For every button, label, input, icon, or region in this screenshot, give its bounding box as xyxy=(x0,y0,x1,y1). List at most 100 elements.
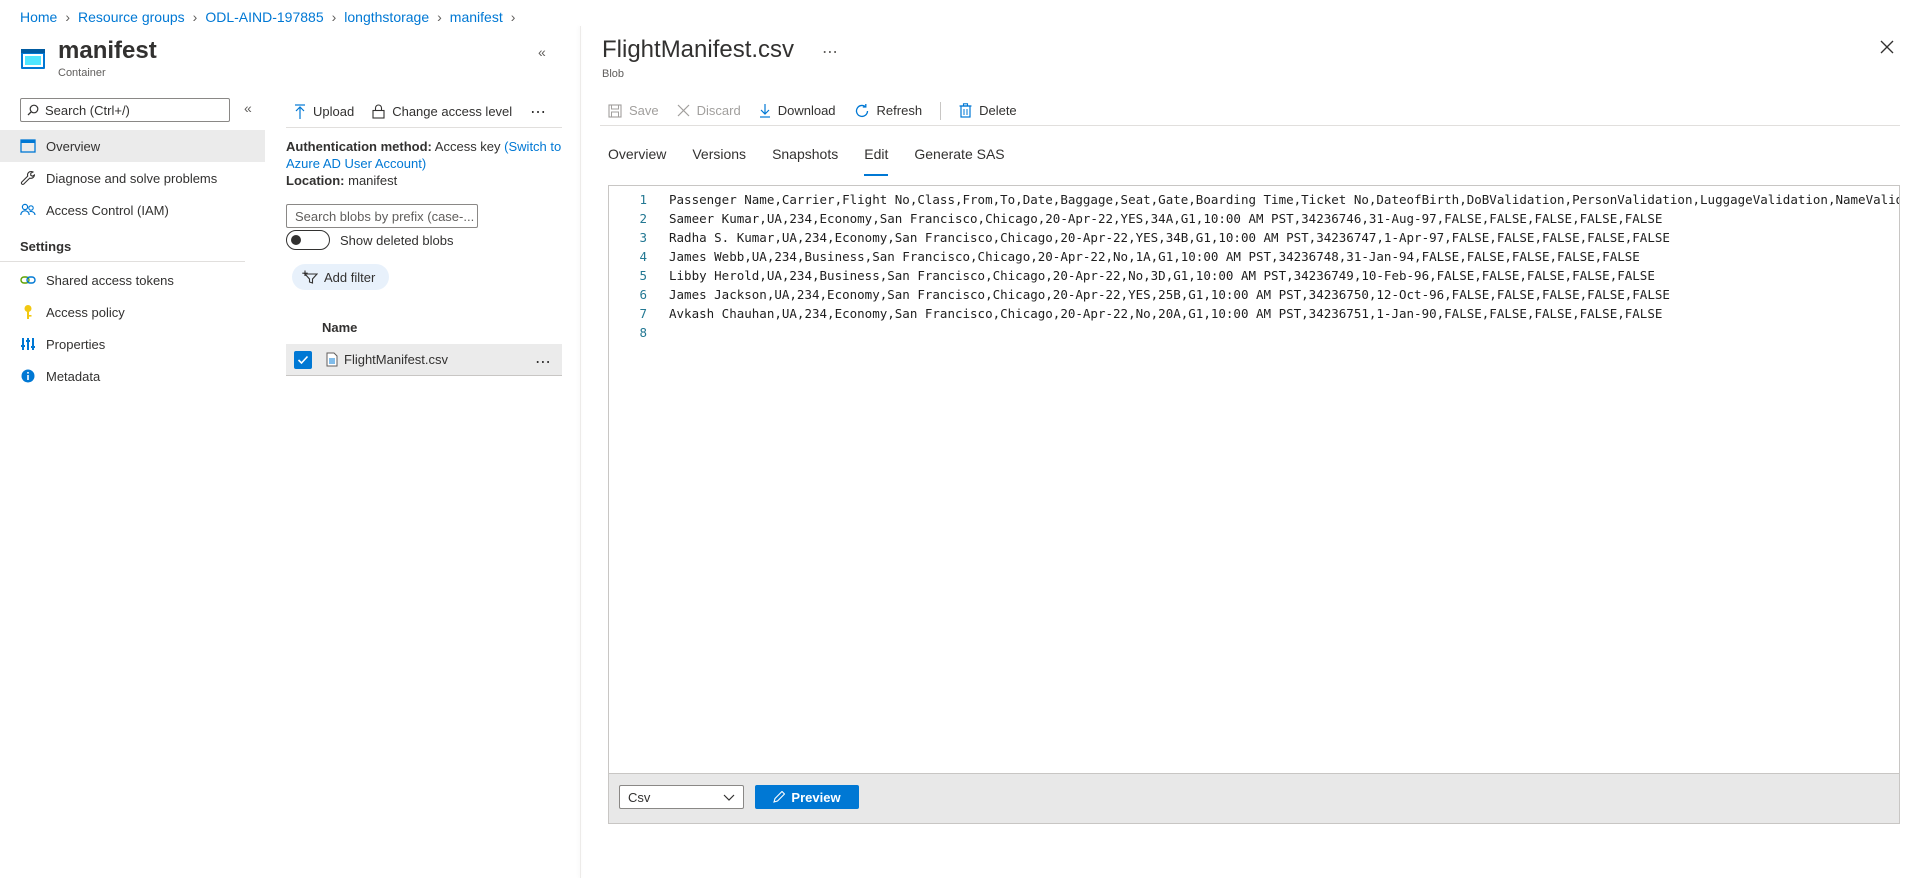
change-access-level-label: Change access level xyxy=(392,104,513,119)
blob-search-placeholder: Search blobs by prefix (case-... xyxy=(295,208,475,224)
breadcrumb-resource-group[interactable]: ODL-AIND-197885 xyxy=(205,9,323,25)
editor-line[interactable]: 2 Sameer Kumar,UA,234,Economy,San Francis… xyxy=(609,209,1899,228)
location-label: Location: xyxy=(286,173,345,188)
line-number: 4 xyxy=(639,249,647,264)
container-toolbar: Upload Change access level ⋯ xyxy=(286,96,562,128)
blob-toolbar: Save Discard Download Refresh Delete xyxy=(600,96,1900,126)
refresh-button[interactable]: Refresh xyxy=(854,103,923,119)
editor-line[interactable]: 4 James Webb,UA,234,Business,San Francisc… xyxy=(609,247,1899,266)
chevron-right-icon: › xyxy=(65,9,71,25)
people-icon xyxy=(20,202,36,218)
code-editor[interactable]: 1 Passenger Name,Carrier,Flight No,Class,… xyxy=(608,185,1900,774)
line-number: 7 xyxy=(639,306,647,321)
collapse-blade-icon[interactable]: « xyxy=(538,44,546,60)
show-deleted-row: Show deleted blobs xyxy=(286,230,453,250)
close-icon[interactable] xyxy=(1880,40,1894,54)
sidebar-item-properties[interactable]: Properties xyxy=(0,328,265,360)
blade-more-icon[interactable]: ⋯ xyxy=(822,42,838,62)
line-text: Passenger Name,Carrier,Flight No,Class,F… xyxy=(669,192,1900,207)
sidebar-item-label: Overview xyxy=(46,138,101,154)
table-row[interactable]: FlightManifest.csv ⋯ xyxy=(286,344,562,376)
row-more-icon[interactable]: ⋯ xyxy=(535,352,552,372)
tab-edit[interactable]: Edit xyxy=(864,146,889,176)
tab-overview[interactable]: Overview xyxy=(608,146,666,176)
file-name-cell[interactable]: FlightManifest.csv xyxy=(326,352,448,367)
editor-line[interactable]: 6 James Jackson,UA,234,Economy,San Franci… xyxy=(609,285,1899,304)
blob-subtitle: Blob xyxy=(602,68,625,80)
search-icon xyxy=(27,104,39,116)
download-button[interactable]: Download xyxy=(759,103,836,118)
breadcrumb-resource-groups[interactable]: Resource groups xyxy=(78,9,185,25)
line-text: Sameer Kumar,UA,234,Economy,San Francisc… xyxy=(669,211,1663,226)
column-header-name[interactable]: Name xyxy=(322,320,357,335)
nav-list: Overview Diagnose and solve problems Acc… xyxy=(0,130,265,392)
sidebar-item-access-policy[interactable]: Access policy xyxy=(0,296,265,328)
page-title: manifest xyxy=(58,37,157,64)
more-actions-icon[interactable]: ⋯ xyxy=(530,102,547,122)
blob-blade: FlightManifest.csv ⋯ Blob Save Discard D… xyxy=(600,26,1913,878)
settings-section-header: Settings xyxy=(0,226,245,262)
sidebar-item-overview[interactable]: Overview xyxy=(0,130,265,162)
blob-tabs: Overview Versions Snapshots Edit Generat… xyxy=(608,146,1005,176)
sidebar-item-shared-access-tokens[interactable]: Shared access tokens xyxy=(0,264,265,296)
save-label: Save xyxy=(629,103,659,118)
sidebar-item-iam[interactable]: Access Control (IAM) xyxy=(0,194,265,226)
auth-info: Authentication method: Access key (Switc… xyxy=(286,138,562,189)
line-text: Avkash Chauhan,UA,234,Economy,San Franci… xyxy=(669,306,1663,321)
change-access-level-button[interactable]: Change access level xyxy=(372,104,512,119)
editor-line[interactable]: 5 Libby Herold,UA,234,Business,San Franci… xyxy=(609,266,1899,285)
upload-label: Upload xyxy=(313,104,355,119)
editor-line[interactable]: 8 xyxy=(609,323,1899,342)
chevron-right-icon: › xyxy=(331,9,337,25)
trash-icon xyxy=(959,103,972,118)
chevron-right-icon: › xyxy=(510,9,516,25)
collapse-menu-icon[interactable]: « xyxy=(244,100,252,116)
show-deleted-toggle[interactable] xyxy=(286,230,330,250)
line-number: 8 xyxy=(639,325,647,340)
preview-button[interactable]: Preview xyxy=(755,785,859,809)
refresh-label: Refresh xyxy=(876,103,923,118)
line-number: 6 xyxy=(639,287,647,302)
discard-icon xyxy=(677,104,690,117)
tab-snapshots[interactable]: Snapshots xyxy=(772,146,838,176)
menu-search-placeholder: Search (Ctrl+/) xyxy=(45,102,130,118)
language-select[interactable]: Csv xyxy=(619,785,744,809)
sidebar-item-label: Shared access tokens xyxy=(46,272,174,288)
editor-line[interactable]: 3 Radha S. Kumar,UA,234,Economy,San Franc… xyxy=(609,228,1899,247)
location-value: manifest xyxy=(348,173,398,188)
editor-line[interactable]: 1 Passenger Name,Carrier,Flight No,Class,… xyxy=(609,190,1899,209)
file-icon xyxy=(326,352,338,367)
save-button[interactable]: Save xyxy=(608,103,659,118)
page-subtitle: Container xyxy=(58,67,106,79)
lock-icon xyxy=(372,104,385,119)
properties-icon xyxy=(20,336,36,352)
breadcrumb-home[interactable]: Home xyxy=(20,9,57,25)
line-number: 1 xyxy=(639,192,647,207)
sidebar-item-label: Properties xyxy=(46,336,106,352)
breadcrumb-storage-account[interactable]: longthstorage xyxy=(344,9,429,25)
overview-icon xyxy=(20,138,36,154)
editor-line[interactable]: 7 Avkash Chauhan,UA,234,Economy,San Franc… xyxy=(609,304,1899,323)
line-number: 2 xyxy=(639,211,647,226)
sidebar-item-diagnose[interactable]: Diagnose and solve problems xyxy=(0,162,265,194)
discard-button[interactable]: Discard xyxy=(677,103,741,118)
add-filter-button[interactable]: Add filter xyxy=(292,264,390,290)
info-icon xyxy=(20,368,36,384)
checkmark-icon xyxy=(297,355,309,364)
blob-search-input[interactable]: Search blobs by prefix (case-... xyxy=(286,204,478,228)
tab-versions[interactable]: Versions xyxy=(692,146,746,176)
link-icon xyxy=(20,272,36,288)
row-checkbox[interactable] xyxy=(294,350,312,369)
tab-generate-sas[interactable]: Generate SAS xyxy=(914,146,1004,176)
upload-button[interactable]: Upload xyxy=(294,103,355,120)
breadcrumb-container[interactable]: manifest xyxy=(450,9,503,25)
line-number: 3 xyxy=(639,230,647,245)
delete-button[interactable]: Delete xyxy=(959,103,1017,118)
sidebar-item-metadata[interactable]: Metadata xyxy=(0,360,265,392)
sidebar-item-label: Diagnose and solve problems xyxy=(46,170,218,186)
menu-search-input[interactable]: Search (Ctrl+/) xyxy=(20,98,230,122)
editor-footer: Csv Preview xyxy=(608,774,1900,824)
line-text: Radha S. Kumar,UA,234,Economy,San Franci… xyxy=(669,230,1670,245)
auth-method-label: Authentication method: xyxy=(286,139,432,154)
key-icon xyxy=(20,304,36,320)
